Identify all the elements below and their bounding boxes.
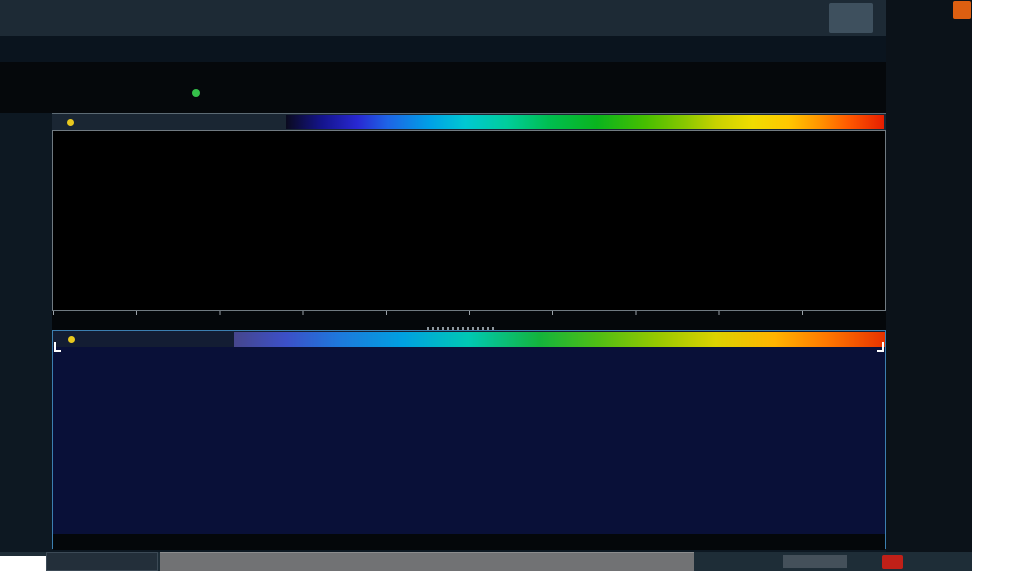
status-bar (0, 552, 972, 571)
spectrogram-title-bar[interactable] (53, 331, 885, 347)
x-axis-ticks (53, 311, 885, 315)
screenshot-camera-button[interactable] (829, 3, 873, 33)
softkey-menu (886, 0, 972, 552)
tab-overflow-button[interactable] (852, 40, 878, 58)
focus-corner-marker (877, 342, 884, 352)
persistence-title-bar[interactable] (52, 114, 886, 130)
trace-dot-icon (68, 336, 75, 343)
lxi-status-icon (882, 555, 903, 569)
analyzer-ui (0, 0, 972, 571)
trace-dot-icon (67, 119, 74, 126)
spectrogram-color-scale (234, 332, 885, 347)
persistence-traces[interactable] (53, 131, 885, 310)
menu-close-button[interactable] (953, 1, 971, 19)
sweep-progress-bar (783, 555, 847, 568)
spectrogram-heatmap[interactable] (53, 348, 885, 534)
focus-corner-marker (54, 342, 61, 352)
persistence-color-scale (286, 115, 884, 129)
spectrogram-window (52, 330, 886, 549)
persistence-plot-area[interactable] (52, 130, 886, 311)
toolbar (0, 0, 886, 36)
persistence-spectrum-window (52, 113, 886, 331)
message-bar-dropdown[interactable] (160, 552, 694, 571)
settings-header (0, 62, 886, 113)
spectrogram-x-axis (53, 534, 885, 550)
status-left-dropdown[interactable] (46, 552, 158, 571)
screen (0, 0, 1024, 576)
screen-edge-artifact (0, 556, 46, 571)
att-auto-led (192, 85, 200, 101)
tab-bar (0, 36, 886, 62)
